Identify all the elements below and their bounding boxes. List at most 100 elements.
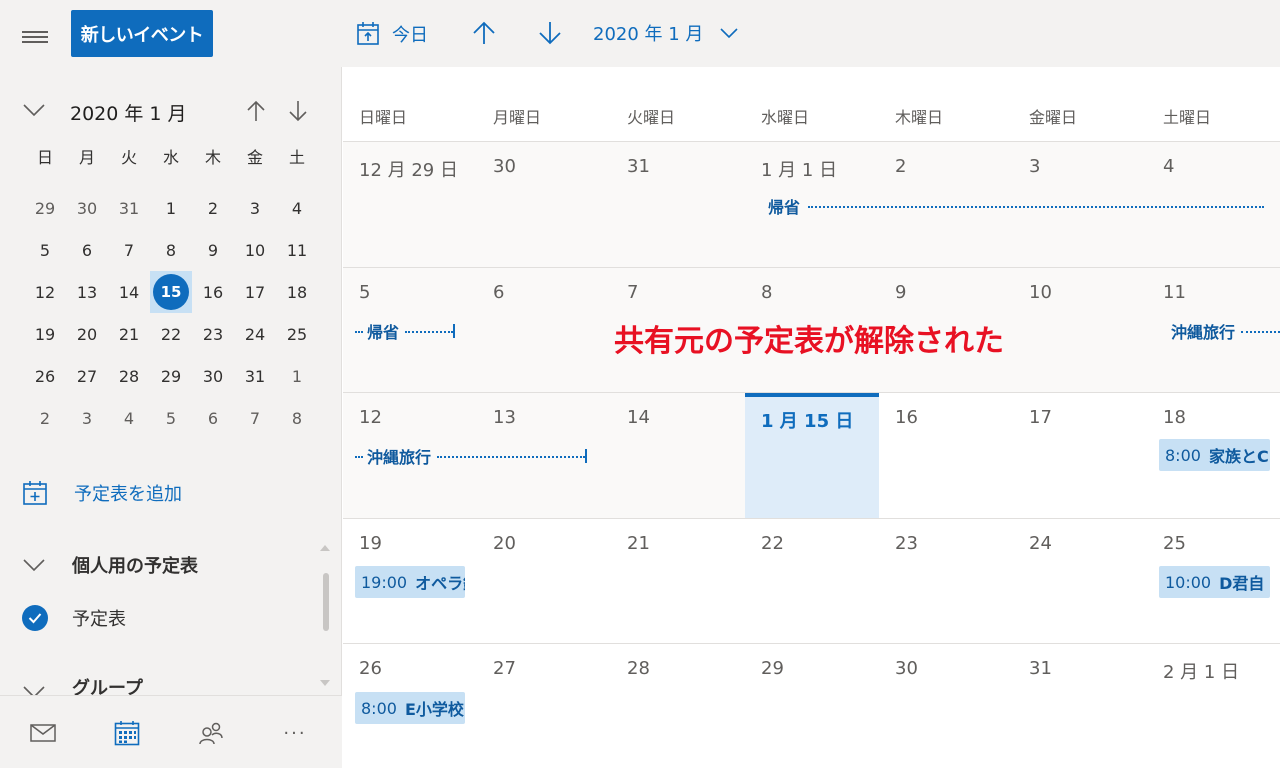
day-cell[interactable]: 2 月 1 日 xyxy=(1147,644,1280,769)
hamburger-menu-icon[interactable] xyxy=(22,31,48,43)
day-cell[interactable]: 17 xyxy=(1013,393,1147,518)
mini-day[interactable]: 2 xyxy=(24,397,66,439)
mini-day[interactable]: 3 xyxy=(66,397,108,439)
mini-day[interactable]: 9 xyxy=(192,229,234,271)
mini-day[interactable]: 5 xyxy=(150,397,192,439)
today-button[interactable]: 今日 xyxy=(356,18,428,50)
mini-day[interactable]: 27 xyxy=(66,355,108,397)
day-cell[interactable]: 6 xyxy=(477,267,611,393)
mini-day[interactable]: 13 xyxy=(66,271,108,313)
mini-day-today[interactable]: 15 xyxy=(150,271,192,313)
mini-day[interactable]: 29 xyxy=(150,355,192,397)
day-cell[interactable]: 30 xyxy=(879,644,1013,769)
new-event-button[interactable]: 新しいイベント xyxy=(71,10,213,57)
day-cell[interactable]: 10 xyxy=(1013,267,1147,393)
mini-day[interactable]: 2 xyxy=(192,187,234,229)
mini-day[interactable]: 1 xyxy=(150,187,192,229)
event-e-school[interactable]: 8:00 E小学校 xyxy=(355,692,465,724)
day-cell[interactable]: 29 xyxy=(745,644,879,769)
mini-day[interactable]: 31 xyxy=(234,355,276,397)
mini-day[interactable]: 10 xyxy=(234,229,276,271)
mini-day[interactable]: 20 xyxy=(66,313,108,355)
scroll-down-icon[interactable] xyxy=(320,680,330,686)
mini-day[interactable]: 14 xyxy=(108,271,150,313)
chevron-down-icon[interactable] xyxy=(22,103,46,117)
day-number: 30 xyxy=(493,156,516,177)
mini-day[interactable]: 16 xyxy=(192,271,234,313)
mini-day[interactable]: 30 xyxy=(66,187,108,229)
event-title: 帰省 xyxy=(768,198,801,217)
calendar-today-icon xyxy=(357,22,379,45)
checkmark-icon[interactable] xyxy=(22,605,48,631)
groups-section[interactable]: グループ xyxy=(22,677,143,697)
mini-day[interactable]: 29 xyxy=(24,187,66,229)
day-number: 21 xyxy=(627,532,650,554)
mini-day[interactable]: 19 xyxy=(24,313,66,355)
mini-day[interactable]: 4 xyxy=(276,187,318,229)
mini-day[interactable]: 11 xyxy=(276,229,318,271)
mini-day[interactable]: 4 xyxy=(108,397,150,439)
add-calendar-button[interactable]: 予定表を追加 xyxy=(22,480,182,506)
mini-day[interactable]: 1 xyxy=(276,355,318,397)
calendar-item[interactable]: 予定表 xyxy=(22,605,126,631)
scrollbar-thumb[interactable] xyxy=(323,573,329,631)
event-family[interactable]: 8:00 家族とC xyxy=(1159,439,1270,471)
month-selector[interactable]: 2020 年 1 月 xyxy=(593,20,739,46)
mini-day[interactable]: 3 xyxy=(234,187,276,229)
day-cell[interactable]: 27 xyxy=(477,644,611,769)
sidebar-scrollbar[interactable] xyxy=(320,545,332,695)
mini-day[interactable]: 8 xyxy=(276,397,318,439)
next-month-button[interactable] xyxy=(537,20,563,50)
day-cell[interactable]: 20 xyxy=(477,519,611,644)
mini-day[interactable]: 26 xyxy=(24,355,66,397)
calendar-nav-button[interactable] xyxy=(107,720,147,746)
mini-day[interactable]: 31 xyxy=(108,187,150,229)
mini-day[interactable]: 28 xyxy=(108,355,150,397)
event-d-kun[interactable]: 10:00 D君自 xyxy=(1159,566,1270,598)
people-nav-button[interactable] xyxy=(191,720,231,746)
event-title: オペラ鑑 xyxy=(415,574,465,593)
day-cell[interactable]: 22 xyxy=(745,519,879,644)
day-cell[interactable]: 28 xyxy=(611,644,745,769)
mini-day[interactable]: 18 xyxy=(276,271,318,313)
mini-day[interactable]: 5 xyxy=(24,229,66,271)
event-okinawa-span[interactable]: 沖縄旅行 xyxy=(1171,321,1280,342)
mini-day[interactable]: 23 xyxy=(192,313,234,355)
day-cell[interactable]: 16 xyxy=(879,393,1013,518)
day-cell[interactable]: 31 xyxy=(611,142,745,267)
mini-day[interactable]: 6 xyxy=(66,229,108,271)
mini-day[interactable]: 7 xyxy=(108,229,150,271)
scroll-up-icon[interactable] xyxy=(320,545,330,551)
mini-day[interactable]: 7 xyxy=(234,397,276,439)
mini-day[interactable]: 30 xyxy=(192,355,234,397)
more-nav-button[interactable]: ··· xyxy=(275,720,315,746)
day-cell[interactable]: 12 月 29 日 xyxy=(343,142,477,267)
day-cell[interactable]: 30 xyxy=(477,142,611,267)
mini-day[interactable]: 25 xyxy=(276,313,318,355)
arrow-down-icon[interactable] xyxy=(287,99,309,123)
mini-day[interactable]: 21 xyxy=(108,313,150,355)
day-cell[interactable]: 21 xyxy=(611,519,745,644)
mail-nav-button[interactable] xyxy=(23,720,63,746)
day-number: 4 xyxy=(1163,156,1175,177)
mini-day[interactable]: 24 xyxy=(234,313,276,355)
day-cell[interactable]: 14 xyxy=(611,393,745,518)
arrow-up-icon[interactable] xyxy=(245,99,267,123)
event-kisei-span[interactable]: 帰省 xyxy=(768,196,1264,217)
event-opera[interactable]: 19:00 オペラ鑑 xyxy=(355,566,465,598)
day-cell[interactable]: 23 xyxy=(879,519,1013,644)
personal-calendars-group[interactable]: 個人用の予定表 xyxy=(22,552,198,578)
previous-month-button[interactable] xyxy=(471,20,497,50)
event-kisei-span-end[interactable]: 帰省 xyxy=(355,321,455,342)
mini-day[interactable]: 6 xyxy=(192,397,234,439)
mini-day[interactable]: 12 xyxy=(24,271,66,313)
day-cell[interactable]: 24 xyxy=(1013,519,1147,644)
mini-calendar-title: 2020 年 1 月 xyxy=(70,103,187,125)
day-cell[interactable]: 31 xyxy=(1013,644,1147,769)
mini-day[interactable]: 17 xyxy=(234,271,276,313)
mini-day[interactable]: 22 xyxy=(150,313,192,355)
event-okinawa-span-end[interactable]: 沖縄旅行 xyxy=(355,446,587,467)
mini-day[interactable]: 8 xyxy=(150,229,192,271)
day-cell-today[interactable]: 1 月 15 日 xyxy=(745,393,879,518)
day-number: 30 xyxy=(895,658,918,679)
